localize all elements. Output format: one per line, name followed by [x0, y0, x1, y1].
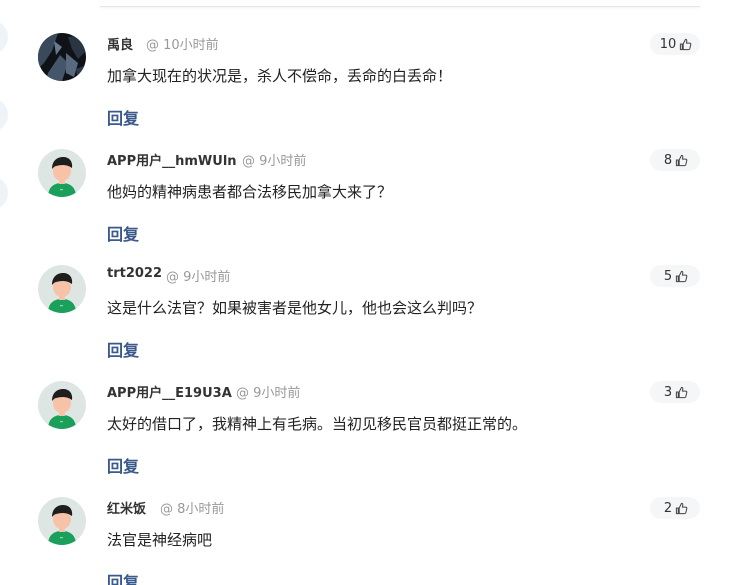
- reply-button[interactable]: 回复: [107, 221, 139, 245]
- like-button[interactable]: 8: [650, 149, 700, 171]
- top-divider: [100, 0, 700, 7]
- username[interactable]: 红米饭: [107, 498, 146, 517]
- like-button[interactable]: 3: [650, 381, 700, 403]
- thumbs-up-icon: [675, 270, 688, 283]
- timestamp: @ 10小时前: [146, 38, 219, 53]
- reply-button[interactable]: 回复: [107, 569, 139, 585]
- thumbs-up-icon: [679, 38, 692, 51]
- default-avatar-icon: [38, 265, 86, 313]
- avatar[interactable]: [38, 381, 86, 429]
- comment-item: APP用户__hmWUln @ 9小时前 8 他妈的精神病患者都合法移民加拿大来…: [0, 149, 733, 265]
- avatar[interactable]: [38, 265, 86, 313]
- comment-item: trt2022 @ 9小时前 5 这是什么法官？如果被害者是他女儿，他也会这么判…: [0, 265, 733, 381]
- username[interactable]: trt2022: [107, 266, 162, 281]
- like-count: 8: [663, 152, 673, 168]
- avatar[interactable]: [38, 497, 86, 545]
- timestamp: @ 9小时前: [242, 154, 307, 169]
- comment-text: 太好的借口了，我精神上有毛病。当初见移民官员都挺正常的。: [107, 415, 528, 433]
- comment-text: 法官是神经病吧: [107, 531, 213, 549]
- reply-button[interactable]: 回复: [107, 105, 139, 129]
- like-button[interactable]: 10: [650, 33, 700, 55]
- comment-text: 加拿大现在的状况是，杀人不偿命，丢命的白丢命！: [107, 67, 453, 85]
- timestamp: @ 9小时前: [236, 386, 301, 401]
- comment-text: 这是什么法官？如果被害者是他女儿，他也会这么判吗？: [107, 299, 483, 317]
- like-count: 3: [663, 384, 673, 400]
- default-avatar-icon: [38, 381, 86, 429]
- avatar[interactable]: [38, 149, 86, 197]
- avatar-photo: [38, 33, 86, 81]
- like-count: 10: [659, 36, 677, 52]
- default-avatar-icon: [38, 149, 86, 197]
- reply-button[interactable]: 回复: [107, 337, 139, 361]
- comment-item: APP用户__E19U3A @ 9小时前 3 太好的借口了，我精神上有毛病。当初…: [0, 381, 733, 497]
- username[interactable]: APP用户__hmWUln: [107, 150, 237, 169]
- like-button[interactable]: 2: [650, 497, 700, 519]
- comment-text: 他妈的精神病患者都合法移民加拿大来了？: [107, 183, 393, 201]
- default-avatar-icon: [38, 497, 86, 545]
- avatar[interactable]: [38, 33, 86, 81]
- like-count: 5: [663, 268, 673, 284]
- username[interactable]: 禹良: [107, 34, 133, 53]
- username[interactable]: APP用户__E19U3A: [107, 382, 232, 401]
- reply-button[interactable]: 回复: [107, 453, 139, 477]
- thumbs-up-icon: [675, 154, 688, 167]
- comment-item: 红米饭 @ 8小时前 2 法官是神经病吧 回复: [0, 497, 733, 585]
- thumbs-up-icon: [675, 502, 688, 515]
- like-button[interactable]: 5: [650, 265, 700, 287]
- thumbs-up-icon: [675, 386, 688, 399]
- comment-section: 禹良 @ 10小时前 10 加拿大现在的状况是，杀人不偿命，丢命的白丢命！ 回复: [0, 0, 733, 585]
- timestamp: @ 8小时前: [160, 502, 225, 517]
- comment-item: 禹良 @ 10小时前 10 加拿大现在的状况是，杀人不偿命，丢命的白丢命！ 回复: [0, 33, 733, 149]
- timestamp: @ 9小时前: [166, 270, 231, 285]
- like-count: 2: [663, 500, 673, 516]
